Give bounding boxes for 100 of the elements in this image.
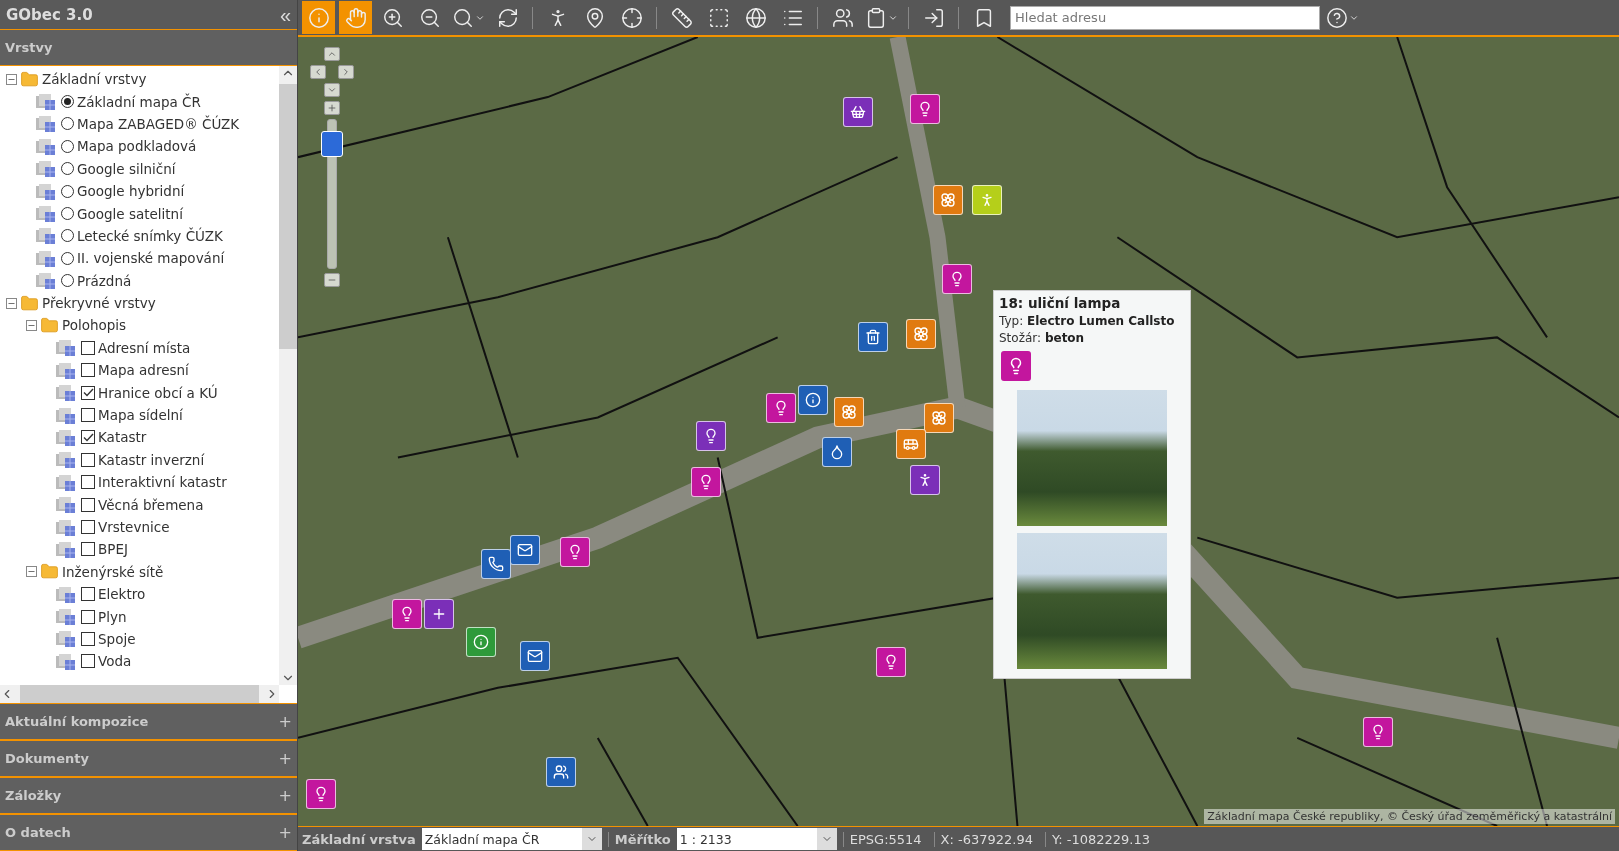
map-marker[interactable] <box>822 437 852 467</box>
layer-label[interactable]: Google hybridní <box>77 183 185 200</box>
horizontal-scrollbar[interactable] <box>0 685 279 703</box>
map-marker[interactable] <box>766 393 796 423</box>
map-marker[interactable] <box>696 421 726 451</box>
accordion-header[interactable]: Aktuální kompozice + <box>0 703 297 740</box>
folder-label[interactable]: Překryvné vrstvy <box>42 295 156 312</box>
layer-label[interactable]: Plyn <box>98 608 127 625</box>
layers-header[interactable]: Vrstvy <box>0 29 297 66</box>
map-marker[interactable] <box>546 757 576 787</box>
checkbox[interactable] <box>81 609 95 624</box>
map-marker[interactable] <box>896 429 926 459</box>
layer-label[interactable]: Vrstevnice <box>98 519 170 535</box>
layer-label[interactable]: Prázdná <box>77 272 132 289</box>
map-marker[interactable] <box>306 779 336 809</box>
map-marker[interactable] <box>560 537 590 567</box>
map-marker[interactable] <box>424 599 454 629</box>
checkbox[interactable] <box>81 542 95 557</box>
chevron-left-icon <box>313 67 323 77</box>
layer-label[interactable]: Voda <box>98 653 132 670</box>
scale-select[interactable]: 1 : 2133 <box>676 828 837 850</box>
map-marker[interactable] <box>466 627 496 657</box>
map-marker[interactable] <box>910 94 940 124</box>
map-marker[interactable] <box>481 549 511 579</box>
zoom-slider[interactable] <box>321 119 343 269</box>
folder-label[interactable]: Základní vrstvy <box>42 71 147 88</box>
map-marker[interactable] <box>520 641 550 671</box>
pan-left-button[interactable] <box>310 65 326 79</box>
layer-label[interactable]: Mapa podkladová <box>77 138 197 155</box>
collapse-toggle[interactable] <box>6 297 17 309</box>
layer-label[interactable]: Základní mapa ČR <box>77 93 201 110</box>
aerial-map[interactable]: 18: uliční lampa Typ: Electro Lumen Callsto Stožár: beton Základní mapa České republiky, © Český úřad zeměměřický a katastrální <box>298 37 1619 826</box>
accordion-title: O datech <box>5 825 71 840</box>
checkbox[interactable] <box>81 631 95 646</box>
map-marker[interactable] <box>910 465 940 495</box>
collapse-panel-button[interactable]: « <box>279 4 291 25</box>
checkbox[interactable] <box>81 587 95 602</box>
layer-label[interactable]: Google silniční <box>77 160 176 177</box>
layer-label[interactable]: BPEJ <box>98 541 128 558</box>
y-coordinate: Y: -1082229.13 <box>1045 831 1157 847</box>
layer-label[interactable]: Katastr inverzní <box>98 451 205 468</box>
vertical-scrollbar[interactable] <box>279 66 297 685</box>
folder-label[interactable]: Inženýrské sítě <box>62 563 164 580</box>
map-marker[interactable] <box>392 599 422 629</box>
layer-label[interactable]: Spoje <box>98 630 136 647</box>
zoom-in-button[interactable] <box>324 101 340 115</box>
map-marker[interactable] <box>691 467 721 497</box>
accordion-header[interactable]: Záložky + <box>0 777 297 814</box>
layer-label[interactable]: Adresní místa <box>98 339 191 356</box>
layer-label[interactable]: Katastr <box>98 429 147 446</box>
layer-icon <box>36 227 58 245</box>
checkbox[interactable] <box>81 385 95 400</box>
map-marker[interactable] <box>1363 717 1393 747</box>
map-marker[interactable] <box>834 397 864 427</box>
checkbox[interactable] <box>81 452 95 467</box>
marker-symbol-icon <box>399 606 415 622</box>
checkbox[interactable] <box>81 520 95 534</box>
map-marker[interactable] <box>858 322 888 352</box>
pan-up-button[interactable] <box>324 47 340 61</box>
layer-label[interactable]: Letecké snímky ČÚZK <box>77 227 223 244</box>
map-marker[interactable] <box>906 319 936 349</box>
layer-icon <box>36 205 58 223</box>
accordion-header[interactable]: Dokumenty + <box>0 740 297 777</box>
checkbox[interactable] <box>81 363 95 378</box>
collapse-toggle[interactable] <box>26 320 37 331</box>
map-marker[interactable] <box>933 185 963 215</box>
layer-label[interactable]: Mapa adresní <box>98 362 189 379</box>
map-marker[interactable] <box>798 385 828 415</box>
layer-label[interactable]: Věcná břemena <box>98 496 204 513</box>
checkbox[interactable] <box>81 340 95 355</box>
layer-label[interactable]: Hranice obcí a KÚ <box>98 384 218 401</box>
marker-symbol-icon <box>979 192 995 208</box>
checkbox[interactable] <box>81 654 95 669</box>
map-marker[interactable] <box>924 403 954 433</box>
checkbox[interactable] <box>81 475 95 490</box>
collapse-toggle[interactable] <box>26 566 37 578</box>
map-marker[interactable] <box>942 264 972 294</box>
accordion-header[interactable]: O datech + <box>0 814 297 851</box>
checkbox[interactable] <box>81 497 95 512</box>
layer-label[interactable]: II. vojenské mapování <box>77 250 225 267</box>
checkbox[interactable] <box>81 408 95 423</box>
pan-down-button[interactable] <box>324 83 340 97</box>
zoom-slider-thumb[interactable] <box>321 131 343 158</box>
map-marker[interactable] <box>972 185 1002 215</box>
layer-label[interactable]: Mapa sídelní <box>98 407 183 424</box>
base-layer-select[interactable]: Základní mapa ČR <box>421 828 602 850</box>
chevron-down-icon <box>327 85 337 95</box>
layer-icon <box>56 540 78 558</box>
address-search-field[interactable]: Hledat adresu <box>1010 5 1320 30</box>
map-marker[interactable] <box>843 97 873 127</box>
folder-label[interactable]: Polohopis <box>62 317 127 334</box>
layer-label[interactable]: Elektro <box>98 586 146 603</box>
collapse-toggle[interactable] <box>6 73 17 85</box>
layer-label[interactable]: Mapa ZABAGED® ČÚZK <box>77 115 240 132</box>
layer-label[interactable]: Google satelitní <box>77 205 183 222</box>
pan-right-button[interactable] <box>338 65 354 79</box>
map-marker[interactable] <box>510 535 540 565</box>
map-marker[interactable] <box>876 647 906 677</box>
checkbox[interactable] <box>81 430 95 445</box>
layer-label[interactable]: Interaktivní katastr <box>98 474 227 491</box>
